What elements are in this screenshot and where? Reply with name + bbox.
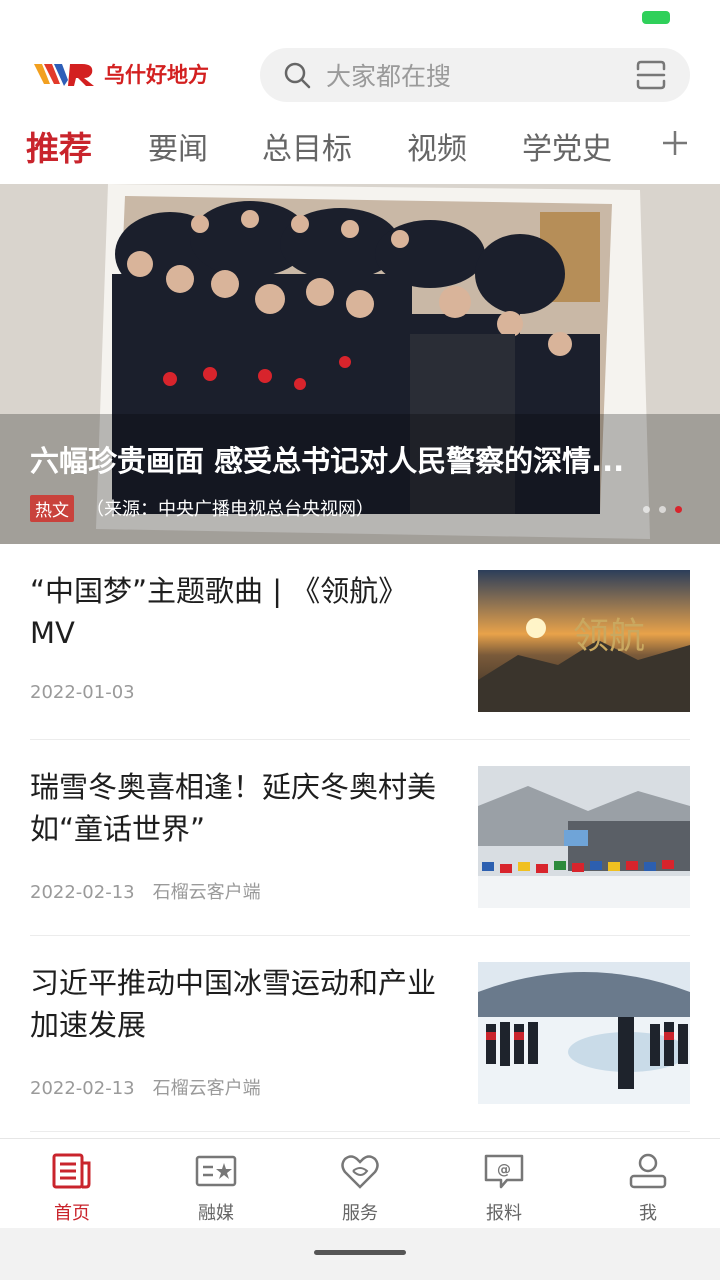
news-thumbnail bbox=[478, 766, 690, 908]
news-title: “中国梦”主题歌曲 | 《领航》MV bbox=[30, 574, 408, 650]
news-date: 2022-01-03 bbox=[30, 682, 135, 703]
logo-mark-icon bbox=[34, 64, 94, 86]
bottom-nav: 首页 融媒 服务 @ 报料 我 bbox=[0, 1138, 720, 1228]
report-chat-icon: @ bbox=[484, 1154, 524, 1189]
app-logo: 乌什好地方 bbox=[32, 54, 232, 94]
news-source: 石榴云客户端 bbox=[152, 882, 261, 903]
tab-video[interactable]: 视频 bbox=[407, 124, 467, 168]
news-meta: 2022-02-13 石榴云客户端 bbox=[30, 878, 261, 904]
carousel-dot[interactable] bbox=[659, 506, 666, 513]
media-icon bbox=[195, 1155, 237, 1187]
nav-label: 首页 bbox=[54, 1203, 90, 1224]
user-icon bbox=[629, 1153, 667, 1189]
top-bar: 乌什好地方 大家都在搜 bbox=[0, 40, 720, 110]
channel-tabs: 推荐 要闻 总目标 视频 学党史 bbox=[0, 114, 720, 176]
banner-image bbox=[0, 184, 720, 544]
banner-carousel[interactable] bbox=[0, 184, 720, 544]
nav-service[interactable]: 服务 bbox=[310, 1151, 410, 1225]
banner-source: （来源：中央广播电视总台央视网） bbox=[86, 499, 374, 520]
nav-home[interactable]: 首页 bbox=[22, 1151, 122, 1225]
battery-icon bbox=[642, 11, 670, 24]
news-item[interactable]: “中国梦”主题歌曲 | 《领航》MV 2022-01-03 领航 bbox=[30, 544, 690, 740]
tab-party-history[interactable]: 学党史 bbox=[522, 124, 612, 168]
tab-recommend[interactable]: 推荐 bbox=[26, 122, 92, 170]
nav-label: 融媒 bbox=[198, 1203, 234, 1224]
status-bar bbox=[0, 0, 720, 40]
banner-title[interactable]: 六幅珍贵画面 感受总书记对人民警察的深情... bbox=[30, 438, 680, 480]
carousel-indicator bbox=[643, 506, 682, 513]
search-bar[interactable]: 大家都在搜 bbox=[260, 48, 690, 102]
gesture-handle[interactable] bbox=[314, 1250, 406, 1255]
news-thumbnail: 领航 bbox=[478, 570, 690, 712]
search-placeholder: 大家都在搜 bbox=[326, 62, 452, 91]
gesture-bar bbox=[0, 1228, 720, 1280]
tab-goals[interactable]: 总目标 bbox=[262, 124, 352, 168]
svg-text:领航: 领航 bbox=[573, 616, 645, 657]
nav-label: 报料 bbox=[486, 1203, 522, 1224]
news-item[interactable]: 习近平推动中国冰雪运动和产业加速发展 2022-02-13 石榴云客户端 bbox=[30, 936, 690, 1132]
add-channel-icon[interactable] bbox=[660, 128, 690, 158]
svg-text:@: @ bbox=[497, 1162, 511, 1178]
nav-me[interactable]: 我 bbox=[598, 1151, 698, 1225]
news-meta: 2022-01-03 bbox=[30, 682, 135, 703]
news-title: 瑞雪冬奥喜相逢！延庆冬奥村美如“童话世界” bbox=[30, 770, 437, 846]
nav-media[interactable]: 融媒 bbox=[166, 1151, 266, 1225]
heart-service-icon bbox=[341, 1155, 379, 1189]
news-date: 2022-02-13 bbox=[30, 882, 135, 903]
nav-label: 我 bbox=[639, 1203, 657, 1224]
carousel-dot-active[interactable] bbox=[675, 506, 682, 513]
news-icon bbox=[52, 1153, 91, 1189]
search-icon bbox=[284, 62, 311, 89]
nav-report[interactable]: @ 报料 bbox=[454, 1151, 554, 1225]
news-date: 2022-02-13 bbox=[30, 1078, 135, 1099]
news-title: 习近平推动中国冰雪运动和产业加速发展 bbox=[30, 966, 437, 1042]
carousel-dot[interactable] bbox=[643, 506, 650, 513]
tab-headlines[interactable]: 要闻 bbox=[148, 124, 208, 168]
hot-tag: 热文 bbox=[30, 494, 74, 522]
news-meta: 2022-02-13 石榴云客户端 bbox=[30, 1074, 261, 1100]
news-source: 石榴云客户端 bbox=[152, 1078, 261, 1099]
scan-icon[interactable] bbox=[634, 58, 668, 92]
logo-text: 乌什好地方 bbox=[104, 63, 209, 87]
news-item[interactable]: 瑞雪冬奥喜相逢！延庆冬奥村美如“童话世界” 2022-02-13 石榴云客户端 bbox=[30, 740, 690, 936]
nav-label: 服务 bbox=[342, 1203, 378, 1224]
banner-meta: 热文 （来源：中央广播电视总台央视网） bbox=[30, 494, 374, 522]
news-thumbnail bbox=[478, 962, 690, 1104]
